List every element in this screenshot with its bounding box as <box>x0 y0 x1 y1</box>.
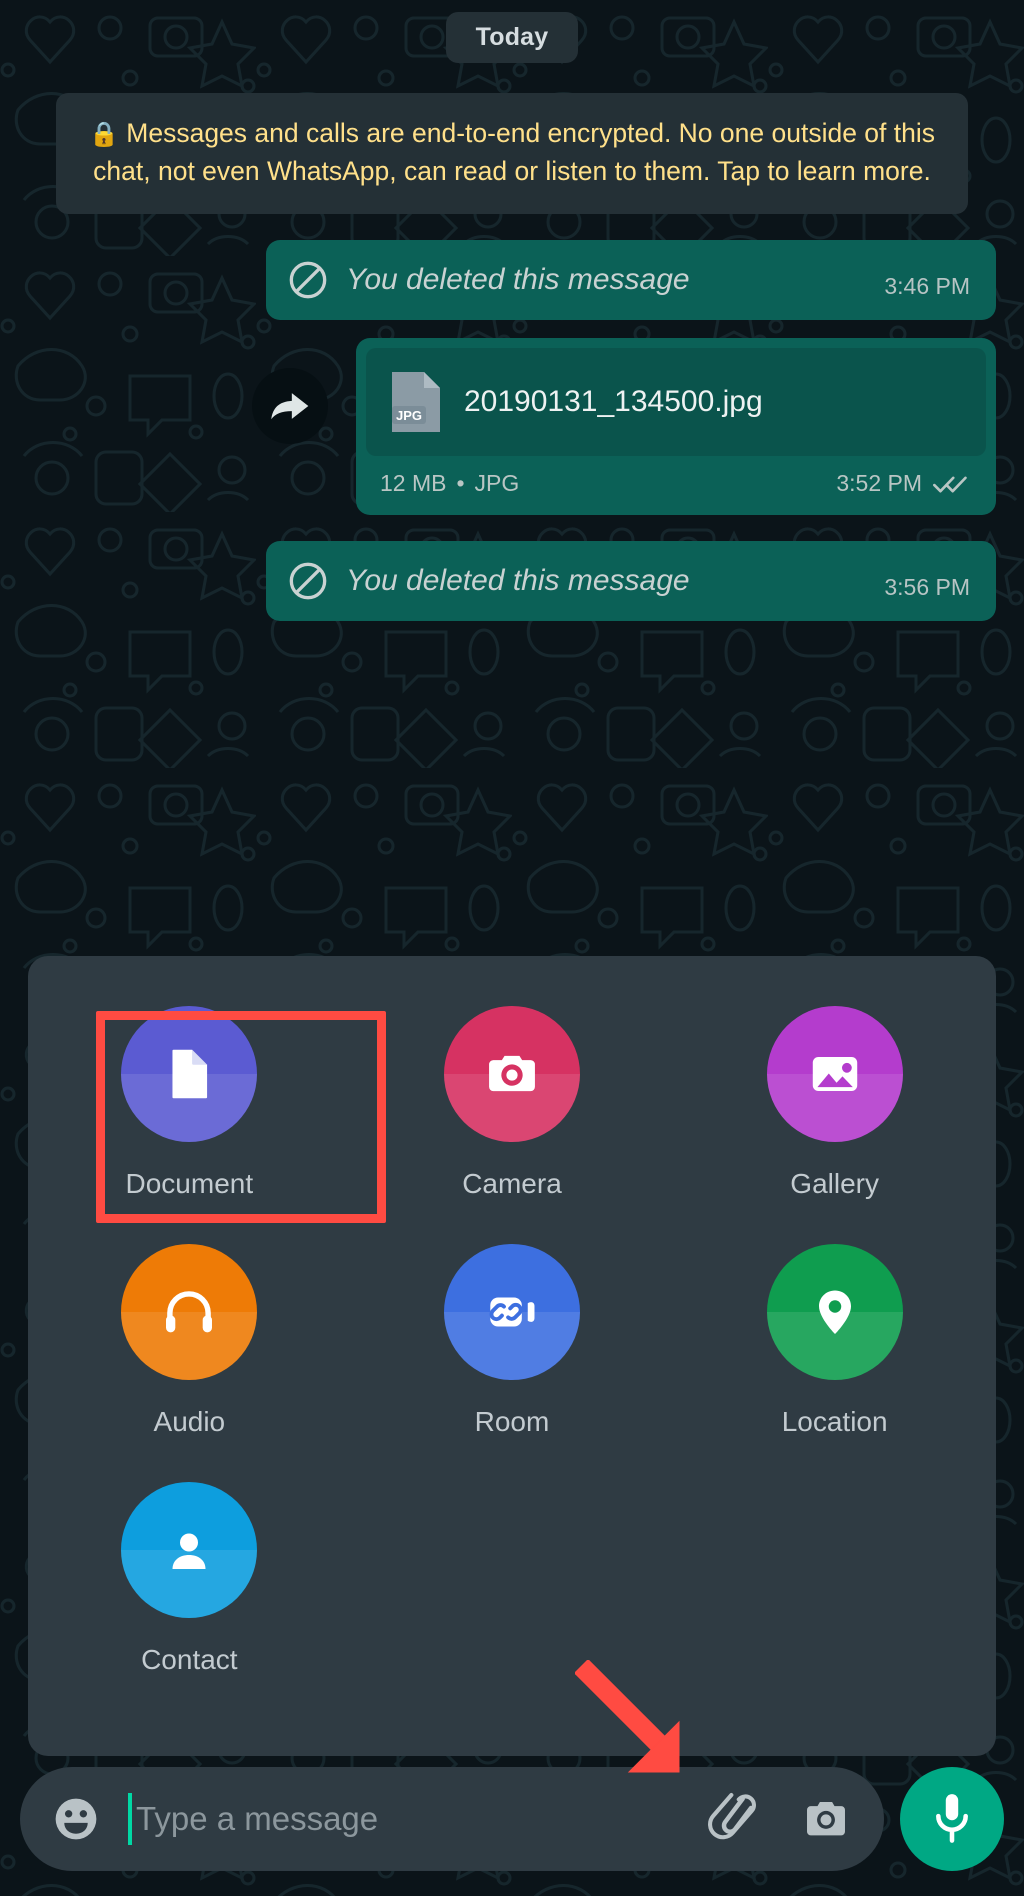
attachment-label: Contact <box>141 1644 238 1675</box>
jpg-file-icon: JPG <box>392 372 440 433</box>
encryption-notice[interactable]: 🔒 Messages and calls are end-to-end encr… <box>56 93 968 215</box>
block-icon <box>289 562 327 600</box>
day-divider: Today <box>445 12 579 63</box>
message-list[interactable]: Today 🔒 Messages and calls are end-to-en… <box>0 0 1024 960</box>
attachment-item-audio[interactable]: Audio <box>28 1230 351 1446</box>
attachment-label: Camera <box>462 1168 562 1199</box>
message-timestamp: 3:46 PM <box>884 273 970 300</box>
attachment-item-room[interactable]: Room <box>351 1230 674 1446</box>
message-row: JPG 20190131_134500.jpg 12 MB • JPG 3:52… <box>28 338 996 516</box>
contact-person-icon <box>121 1482 258 1618</box>
deleted-message-text: You deleted this message <box>346 263 690 297</box>
message-input[interactable]: Type a message <box>136 1800 708 1838</box>
document-icon <box>121 1006 258 1142</box>
deleted-message-bubble[interactable]: You deleted this message 3:46 PM <box>266 240 996 321</box>
camera-glyph <box>489 1055 535 1092</box>
attachment-label: Room <box>474 1406 550 1437</box>
forward-arrow-icon[interactable] <box>252 368 328 445</box>
attachment-label: Gallery <box>790 1168 879 1199</box>
whatsapp-chat-screen: Today 🔒 Messages and calls are end-to-en… <box>0 0 1024 1896</box>
paperclip-icon[interactable] <box>708 1791 764 1847</box>
document-size: 12 MB <box>380 470 447 497</box>
document-filetype: JPG <box>474 470 520 497</box>
message-composer[interactable]: Type a message <box>20 1767 884 1871</box>
deleted-message-text: You deleted this message <box>346 564 690 598</box>
block-icon <box>289 261 327 299</box>
attachment-grid: Document Camera Gallery Audio Room Locat… <box>28 992 996 1684</box>
message-timestamp: 3:56 PM <box>884 574 970 601</box>
double-check-icon <box>932 476 967 493</box>
pointer-arrow-icon <box>575 1660 680 1773</box>
deleted-message-bubble[interactable]: You deleted this message 3:56 PM <box>266 541 996 622</box>
svg-text:JPG: JPG <box>396 408 422 423</box>
lock-icon: 🔒 <box>89 121 119 148</box>
gallery-icon <box>766 1006 903 1142</box>
attachment-item-contact[interactable]: Contact <box>28 1468 351 1684</box>
headphones-icon <box>121 1244 258 1380</box>
room-glyph <box>489 1297 535 1327</box>
contact-glyph <box>172 1533 206 1569</box>
encryption-notice-text: Messages and calls are end-to-end encryp… <box>93 118 935 186</box>
document-meta-row: 12 MB • JPG 3:52 PM <box>366 456 986 507</box>
message-input-bar: Type a message <box>0 1760 1024 1896</box>
microphone-icon <box>936 1794 968 1843</box>
document-filename: 20190131_134500.jpg <box>464 385 763 419</box>
forward-arrow-glyph <box>271 393 309 420</box>
message-row: You deleted this message 3:46 PM <box>28 240 996 321</box>
attachment-panel[interactable]: Document Camera Gallery Audio Room Locat… <box>28 956 996 1756</box>
room-video-link-icon <box>443 1244 580 1380</box>
meta-separator: • <box>456 470 465 497</box>
document-glyph <box>172 1049 208 1099</box>
attachment-item-location[interactable]: Location <box>673 1230 996 1446</box>
emoji-smiley-icon[interactable] <box>50 1793 102 1845</box>
attachment-item-camera[interactable]: Camera <box>351 992 674 1208</box>
attachment-label: Document <box>125 1168 254 1199</box>
location-pin-icon <box>766 1244 903 1380</box>
attachment-item-document[interactable]: Document <box>28 992 351 1208</box>
voice-record-button[interactable] <box>900 1767 1004 1871</box>
attachment-label: Location <box>781 1406 888 1437</box>
camera-icon <box>443 1006 580 1142</box>
attachment-label: Audio <box>153 1406 226 1437</box>
text-cursor <box>128 1793 132 1845</box>
headphones-glyph <box>166 1291 213 1333</box>
message-row: You deleted this message 3:56 PM <box>28 541 996 622</box>
document-message-bubble[interactable]: JPG 20190131_134500.jpg 12 MB • JPG 3:52… <box>356 338 996 516</box>
location-glyph <box>818 1290 851 1334</box>
message-timestamp: 3:52 PM <box>836 470 922 497</box>
camera-icon[interactable] <box>798 1795 854 1843</box>
document-preview[interactable]: JPG 20190131_134500.jpg <box>366 348 986 457</box>
gallery-glyph <box>812 1056 857 1092</box>
attachment-item-gallery[interactable]: Gallery <box>673 992 996 1208</box>
